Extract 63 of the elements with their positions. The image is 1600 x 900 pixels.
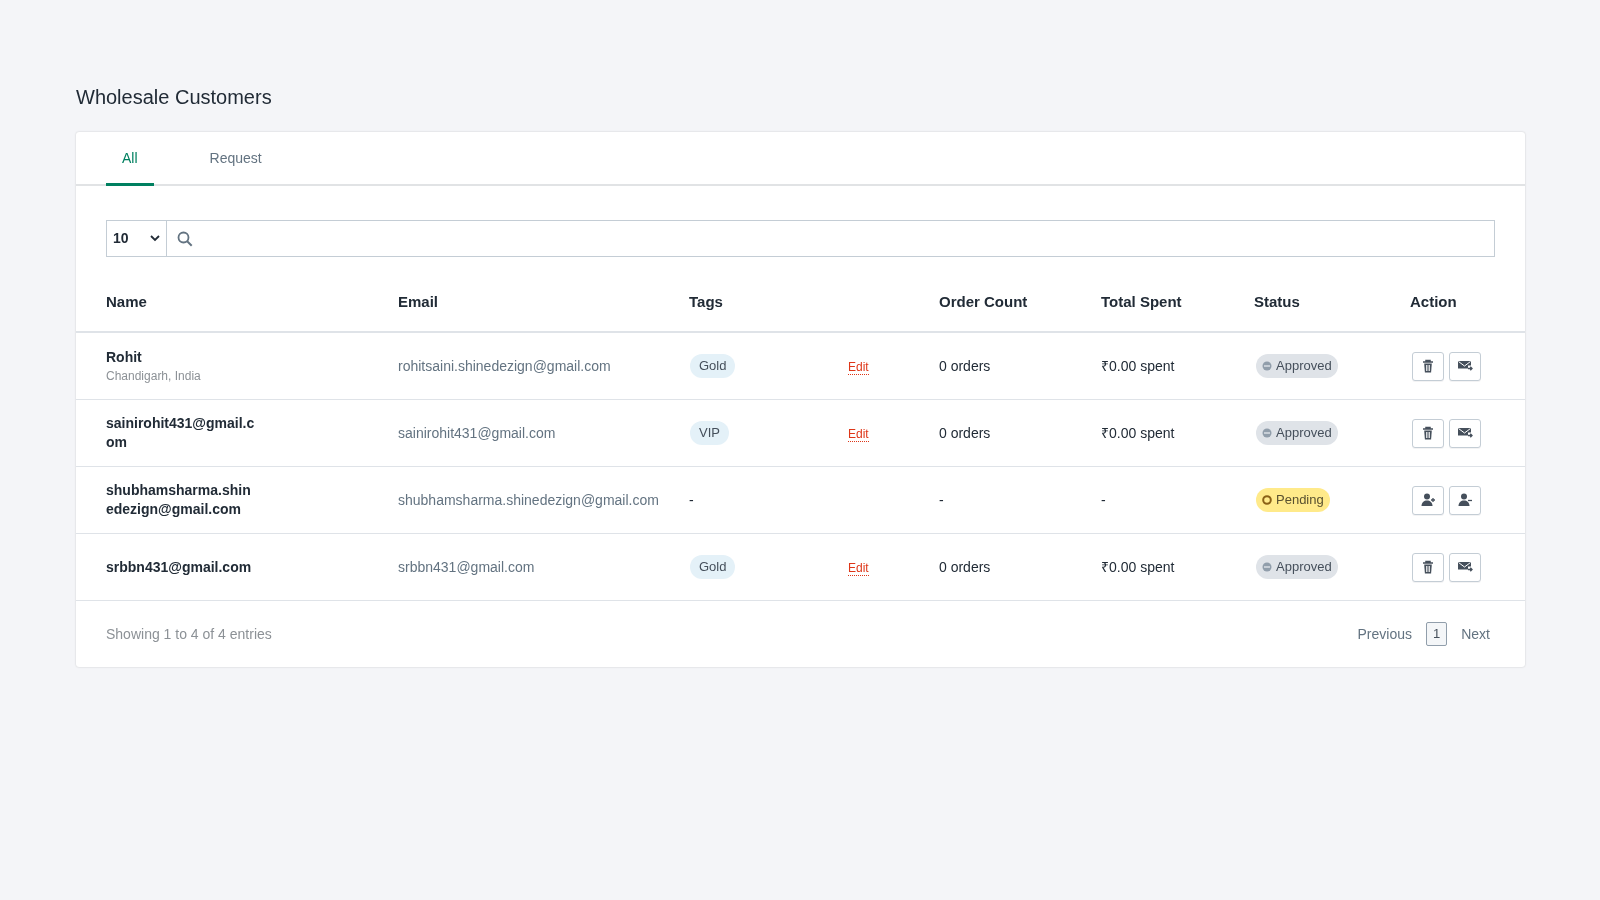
half-circle-icon bbox=[1262, 361, 1272, 371]
customer-location: Chandigarh, India bbox=[106, 367, 202, 385]
approved-status-badge: Approved bbox=[1256, 354, 1338, 378]
delete-button[interactable] bbox=[1412, 552, 1444, 582]
trash-icon bbox=[1420, 425, 1436, 441]
tag-badge: Gold bbox=[690, 555, 736, 579]
delete-button[interactable] bbox=[1412, 418, 1444, 448]
trash-icon bbox=[1420, 559, 1436, 575]
column-header: Tags bbox=[689, 291, 724, 312]
order-count: - bbox=[939, 491, 944, 508]
approved-status-badge: Approved bbox=[1256, 555, 1338, 579]
email-button[interactable] bbox=[1449, 552, 1481, 582]
trash-icon bbox=[1420, 358, 1436, 374]
page-title: Wholesale Customers bbox=[76, 85, 272, 110]
customer-email: shubhamsharma.shinedezign@gmail.com bbox=[398, 491, 659, 508]
page-button[interactable]: 1 bbox=[1425, 622, 1448, 646]
search-icon bbox=[177, 230, 193, 247]
total-spent: ₹0.00 spent bbox=[1101, 424, 1175, 441]
order-count: 0 orders bbox=[939, 558, 991, 575]
order-count: 0 orders bbox=[939, 424, 991, 441]
customer-name: shubhamsharma.shinedezign@gmail.com bbox=[106, 481, 252, 519]
half-circle-icon bbox=[1262, 562, 1272, 572]
edit-link[interactable]: Edit bbox=[848, 359, 869, 375]
email-button[interactable] bbox=[1449, 351, 1481, 381]
pending-status-badge: Pending bbox=[1256, 488, 1330, 512]
tab[interactable]: All bbox=[106, 148, 154, 186]
edit-link[interactable]: Edit bbox=[848, 426, 869, 442]
previous-page-link[interactable]: Previous bbox=[1357, 623, 1412, 645]
delete-button[interactable] bbox=[1412, 351, 1444, 381]
tags-text: - bbox=[689, 491, 694, 508]
column-header: Status bbox=[1254, 291, 1301, 312]
chevron-down-icon bbox=[150, 235, 160, 242]
page-length-select[interactable]: 10 bbox=[107, 221, 167, 256]
customer-name: sainirohit431@gmail.com bbox=[106, 414, 256, 452]
total-spent: ₹0.00 spent bbox=[1101, 357, 1175, 374]
order-count: 0 orders bbox=[939, 357, 991, 374]
column-header: Action bbox=[1410, 291, 1458, 312]
total-spent: ₹0.00 spent bbox=[1101, 558, 1175, 575]
column-header: Order Count bbox=[939, 291, 1029, 312]
approved-status-badge: Approved bbox=[1256, 421, 1338, 445]
reject-button[interactable] bbox=[1449, 485, 1481, 515]
column-header: Name bbox=[106, 291, 148, 312]
tag-badge: Gold bbox=[690, 354, 736, 378]
approve-button[interactable] bbox=[1412, 485, 1444, 515]
ring-icon bbox=[1262, 495, 1272, 505]
entries-info: Showing 1 to 4 of 4 entries bbox=[106, 624, 272, 644]
next-page-link[interactable]: Next bbox=[1461, 623, 1490, 645]
customer-email: srbbn431@gmail.com bbox=[398, 558, 535, 575]
half-circle-icon bbox=[1262, 428, 1272, 438]
tag-badge: VIP bbox=[690, 421, 729, 445]
customer-email: sainirohit431@gmail.com bbox=[398, 424, 556, 441]
edit-link[interactable]: Edit bbox=[848, 560, 869, 576]
total-spent: - bbox=[1101, 491, 1106, 508]
customer-name: srbbn431@gmail.com bbox=[106, 557, 253, 577]
column-header: Total Spent bbox=[1101, 291, 1183, 312]
user-plus-icon bbox=[1420, 492, 1436, 508]
page-length-value: 10 bbox=[113, 229, 129, 248]
customer-name: Rohit bbox=[106, 347, 143, 367]
column-header: Email bbox=[398, 291, 440, 312]
customer-email: rohitsaini.shinedezign@gmail.com bbox=[398, 357, 611, 374]
email-button[interactable] bbox=[1449, 418, 1481, 448]
tab[interactable]: Request bbox=[193, 148, 278, 186]
user-minus-icon bbox=[1457, 492, 1473, 508]
